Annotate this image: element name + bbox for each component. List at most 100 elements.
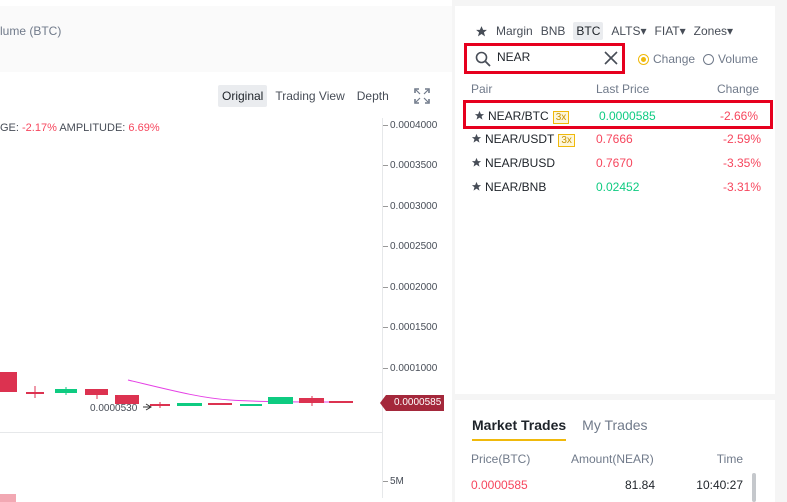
trading-screen: lume (BTC) Original Trading View Depth G… [0, 0, 787, 502]
candle [0, 372, 17, 392]
header-change[interactable]: Change [717, 82, 759, 96]
volume-label: lume (BTC) [0, 24, 62, 38]
filter-bnb[interactable]: BNB [541, 24, 566, 38]
favorites-star-icon[interactable] [475, 25, 488, 38]
tab-trading-view[interactable]: Trading View [271, 85, 348, 107]
trades-panel: Market Trades My Trades Price(BTC) Amoun… [455, 400, 775, 502]
price-change: -3.35% [722, 156, 761, 170]
y-tick: 0.0004000 [383, 120, 437, 131]
y-tick: 0.0003500 [383, 160, 437, 171]
pair-row-near-busd[interactable]: NEAR/BUSD 0.7670 -3.35% [463, 151, 773, 175]
filter-zones-label: Zones [693, 24, 728, 38]
candle [85, 389, 108, 395]
chevron-down-icon: ▾ [727, 24, 734, 38]
candle [177, 403, 202, 406]
chart-topbar: lume (BTC) [0, 6, 452, 72]
amplitude-label: AMPLITUDE: [59, 122, 126, 134]
star-icon[interactable] [471, 181, 482, 192]
tab-depth[interactable]: Depth [353, 85, 393, 107]
search-icon [475, 51, 491, 67]
radio-change[interactable]: Change [638, 52, 695, 66]
price-change: -3.31% [722, 180, 761, 194]
pair-row-near-btc[interactable]: NEAR/BTC 3x 0.0000585 -2.66% [463, 100, 773, 129]
chart-divider [0, 432, 382, 433]
pair-search-box[interactable] [464, 43, 625, 74]
volume-tick: 5M [383, 476, 404, 487]
chevron-down-icon: ▾ [640, 24, 647, 38]
chart-stats: GE: -2.17% AMPLITUDE: 6.69% [0, 122, 160, 134]
filter-margin[interactable]: Margin [496, 24, 533, 38]
current-price-tag: 0.0000585 [380, 395, 444, 411]
y-tick: 0.0002000 [383, 282, 437, 293]
candle [26, 392, 44, 394]
chart-view-tabs: Original Trading View Depth [218, 85, 393, 107]
candle [55, 389, 77, 393]
pair-name: NEAR/USDT 3x [485, 132, 575, 147]
last-price: 0.0000585 [599, 109, 656, 123]
price-axis: 0.0004000 0.0003500 0.0003000 0.0002500 … [382, 118, 452, 498]
radio-dot [703, 53, 715, 65]
pair-row-near-usdt[interactable]: NEAR/USDT 3x 0.7666 -2.59% [463, 127, 773, 151]
radio-volume[interactable]: Volume [703, 52, 758, 66]
filter-zones[interactable]: Zones▾ [694, 24, 733, 38]
candle [268, 397, 293, 404]
candle [329, 401, 353, 403]
price-change: -2.59% [722, 132, 761, 146]
low-price-marker: 0.0000530 [90, 403, 138, 414]
tab-market-trades[interactable]: Market Trades [472, 417, 567, 441]
trades-tabs: Market Trades My Trades [472, 417, 648, 441]
market-filters: Margin BNB BTC ALTS▾ FIAT▾ Zones▾ [475, 22, 733, 40]
tab-original[interactable]: Original [218, 85, 268, 107]
star-icon[interactable] [471, 133, 482, 144]
pair-list: NEAR/BTC 3x 0.0000585 -2.66% NEAR/USDT 3x … [463, 100, 773, 199]
header-pair[interactable]: Pair [471, 82, 492, 96]
filter-alts[interactable]: ALTS▾ [611, 24, 646, 38]
pair-name: NEAR/BTC 3x [488, 109, 570, 124]
trade-amount: 81.84 [625, 478, 656, 492]
close-icon[interactable] [603, 50, 619, 66]
y-tick: 0.0001000 [383, 363, 437, 374]
candle [240, 404, 262, 406]
header-last-price[interactable]: Last Price [596, 82, 649, 96]
last-price: 0.7670 [596, 156, 633, 170]
pair-row-near-bnb[interactable]: NEAR/BNB 0.02452 -3.31% [463, 175, 773, 199]
radio-volume-label: Volume [718, 52, 759, 66]
trades-scrollbar[interactable] [752, 473, 756, 502]
fullscreen-icon[interactable] [414, 88, 430, 104]
arrow-icon [143, 403, 152, 411]
filter-fiat[interactable]: FIAT▾ [655, 24, 686, 38]
trade-price: 0.0000585 [471, 478, 528, 492]
leverage-badge: 3x [552, 111, 570, 124]
header-time: Time [716, 452, 743, 466]
price-change: -2.66% [719, 109, 758, 123]
pair-symbol: NEAR/USDT [485, 132, 555, 146]
header-price: Price(BTC) [471, 452, 531, 466]
change-label: GE: [0, 122, 19, 134]
filter-btc[interactable]: BTC [573, 22, 604, 40]
candlestick-chart [0, 372, 353, 502]
header-amount: Amount(NEAR) [571, 452, 654, 466]
leverage-badge: 3x [558, 134, 575, 147]
star-icon[interactable] [474, 110, 485, 121]
radio-dot [638, 53, 649, 65]
filter-alts-label: ALTS [611, 24, 641, 38]
chart-panel: lume (BTC) Original Trading View Depth G… [0, 0, 452, 502]
change-value: -2.17% [22, 122, 57, 134]
radio-change-label: Change [653, 52, 696, 66]
candle [208, 403, 232, 405]
star-icon[interactable] [471, 157, 482, 168]
tab-my-trades[interactable]: My Trades [582, 417, 647, 441]
pair-name: NEAR/BNB [485, 180, 547, 194]
y-tick: 0.0002500 [383, 241, 437, 252]
chevron-down-icon: ▾ [679, 24, 686, 38]
amplitude-value: 6.69% [128, 122, 160, 134]
y-tick: 0.0001500 [383, 322, 437, 333]
pair-name: NEAR/BUSD [485, 156, 556, 170]
trade-time: 10:40:27 [696, 478, 743, 492]
sort-radio-group: Change Volume [638, 52, 758, 66]
filter-fiat-label: FIAT [654, 24, 680, 38]
last-price: 0.7666 [596, 132, 633, 146]
volume-bar [0, 494, 16, 502]
last-price: 0.02452 [596, 180, 640, 194]
search-input[interactable] [497, 50, 587, 64]
